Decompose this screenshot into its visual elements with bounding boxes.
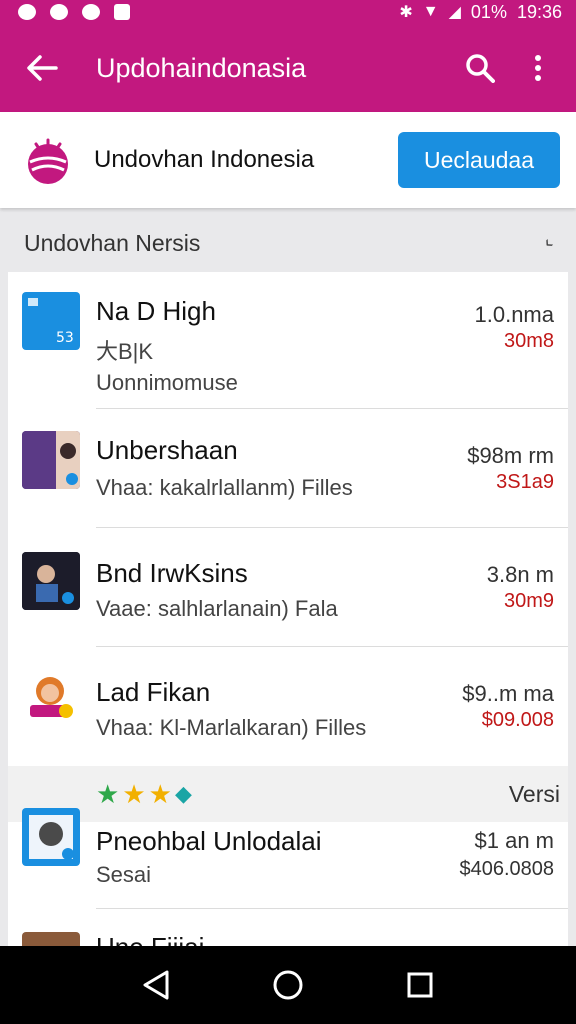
item-size: $9..m ma <box>462 681 554 706</box>
overflow-menu-button[interactable] <box>516 46 560 90</box>
wifi-icon: ▼ <box>422 3 439 20</box>
item-price: $406.0808 <box>459 858 554 880</box>
item-subtitle: Vhaa: Kl-Marlalkaran) Filles <box>96 715 367 740</box>
item-price: $09.008 <box>481 709 554 731</box>
item-price: 3S1a9 <box>496 471 554 493</box>
item-meta: Uonnimomuse <box>96 370 238 395</box>
app-bar: Updohaindonasia <box>0 24 576 112</box>
list-item[interactable]: Une Fiijai <box>8 922 568 948</box>
provider-header: Undovhan Indonesia Ueclaudaa <box>0 112 576 208</box>
item-title: Lad Fikan <box>96 677 211 707</box>
svg-text:53: 53 <box>56 330 74 346</box>
star-icon: ★ <box>148 779 172 809</box>
battery-text: 01% <box>470 1 507 22</box>
list-item[interactable]: Bnd IrwKsins Vaae: salhlarlanain) Fala 3… <box>8 528 568 647</box>
item-title: Unbershaan <box>96 435 238 465</box>
item-title: Pneohbal Unlodalai <box>96 826 322 856</box>
primary-action-button[interactable]: Ueclaudaa <box>398 132 560 188</box>
version-label: Versi <box>508 780 560 807</box>
item-size: $98m rm <box>467 443 554 468</box>
item-subtitle: Sesai <box>96 862 152 887</box>
brand-logo-icon <box>28 138 68 184</box>
item-title: Bnd IrwKsins <box>96 558 248 588</box>
back-button[interactable] <box>20 46 64 90</box>
item-size: $1 an m <box>474 828 555 853</box>
notification-icon <box>18 4 36 20</box>
more-vert-icon <box>535 55 541 81</box>
avatar-app-icon <box>22 669 80 727</box>
list-item[interactable]: 53 Na D High 大B|K Uonnimomuse 1.0.nma 30… <box>8 272 568 409</box>
item-subtitle: Vhaa: kakalrlallanm) Filles <box>96 475 353 500</box>
chat-icon <box>82 4 100 20</box>
provider-name: Undovhan Indonesia <box>94 146 315 173</box>
status-bar: ✱ ▼ ◢ 01% 19:36 <box>0 0 576 24</box>
rating-strip: ★ ★ ★ ◆ Versi <box>8 766 568 822</box>
item-size: 1.0.nma <box>474 302 555 327</box>
messenger-icon <box>50 4 68 20</box>
item-price: 30m9 <box>503 590 554 612</box>
settings-status-icon: ✱ <box>399 4 413 21</box>
purple-photo-app-icon <box>22 431 80 489</box>
arrow-left-icon <box>27 55 58 81</box>
item-size: 3.8n m <box>486 562 554 587</box>
star-icon: ★ <box>122 779 146 809</box>
image-icon <box>114 4 130 20</box>
nav-back-button[interactable] <box>132 961 180 1009</box>
nav-recents-button[interactable] <box>396 961 444 1009</box>
square-recents-icon <box>407 972 433 998</box>
circle-home-icon <box>273 970 303 1000</box>
signal-icon: ◢ <box>448 4 461 21</box>
dark-photo-app-icon <box>22 552 80 610</box>
item-price: 30m8 <box>503 330 554 352</box>
section-title: Undovhan Nersis <box>24 229 201 256</box>
notification-icons <box>18 4 130 20</box>
clock: 19:36 <box>516 1 562 22</box>
item-subtitle: 大B|K <box>96 339 154 364</box>
blue-square-app-icon: 53 <box>22 292 80 350</box>
system-navigation-bar <box>0 946 576 1024</box>
item-subtitle: Vaae: salhlarlanain) Fala <box>96 596 338 621</box>
nav-home-button[interactable] <box>264 961 312 1009</box>
blue-frame-app-icon <box>22 808 80 866</box>
list-item[interactable]: Pneohbal Unlodalai Sesai $1 an m $406.08… <box>8 808 568 909</box>
rating-stars: ★ ★ ★ ◆ <box>96 781 192 807</box>
system-indicators: ✱ ▼ ◢ 01% 19:36 <box>399 2 562 23</box>
list-item[interactable]: Lad Fikan Vhaa: Kl-Marlalkaran) Filles $… <box>8 647 568 766</box>
app-list: 53 Na D High 大B|K Uonnimomuse 1.0.nma 30… <box>8 272 568 948</box>
divider <box>96 908 568 909</box>
star-icon: ★ <box>96 779 120 809</box>
triangle-back-icon <box>143 970 169 1000</box>
list-item[interactable]: Unbershaan Vhaa: kakalrlallanm) Filles $… <box>8 409 568 528</box>
chevron-icon[interactable]: ‹ <box>538 233 559 254</box>
item-title: Na D High <box>96 296 216 326</box>
badge-icon: ◆ <box>174 781 192 806</box>
section-header[interactable]: Undovhan Nersis ‹ <box>0 214 576 272</box>
search-icon <box>466 54 495 83</box>
search-button[interactable] <box>458 46 502 90</box>
app-title: Updohaindonasia <box>96 52 307 83</box>
